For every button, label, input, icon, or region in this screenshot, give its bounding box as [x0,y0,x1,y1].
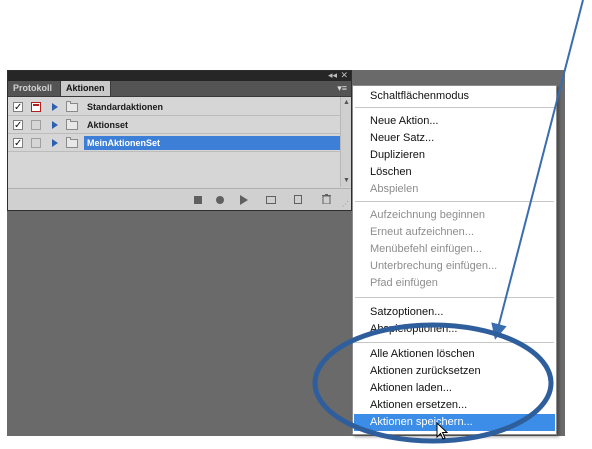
expand-triangle-icon[interactable] [52,139,58,147]
mouse-pointer-icon [436,422,449,440]
menu-item-aktionen-ersetzen[interactable]: Aktionen ersetzen... [354,397,555,414]
menu-item-schaltflaechenmodus[interactable]: Schaltflächenmodus [354,88,555,105]
menu-item-aktionen-speichern[interactable]: Aktionen speichern... [354,414,555,431]
expand-triangle-icon[interactable] [52,121,58,129]
folder-icon [66,101,78,112]
tab-protokoll[interactable]: Protokoll [8,81,58,96]
menu-item-unterbrechung-einfuegen: Unterbrechung einfügen... [370,260,498,272]
collapse-icon[interactable]: ◂◂ [328,69,337,81]
toggle-checkbox[interactable]: ✓ [13,102,23,113]
action-set-name: Standardaktionen [87,102,164,112]
menu-item-aktionen-zuruecksetzen[interactable]: Aktionen zurücksetzen [354,363,555,380]
toggle-checkbox[interactable]: ✓ [13,120,23,131]
menu-separator [355,342,554,343]
panel-menu-icon[interactable]: ▾≡ [337,82,347,94]
dialog-toggle-icon[interactable] [31,138,41,148]
list-item-selected[interactable]: ✓ MeinAktionenSet [8,135,340,152]
action-set-name: MeinAktionenSet [84,136,340,150]
menu-separator [355,297,554,298]
list-item[interactable]: ✓ Aktionset [8,117,340,134]
panel-titlebar: ◂◂ ✕ [8,69,351,81]
menu-item-alle-aktionen-loeschen[interactable]: Alle Aktionen löschen [354,346,555,363]
new-action-icon[interactable] [294,195,302,204]
menu-item-menuebefehl-einfuegen: Menübefehl einfügen... [370,243,482,255]
action-set-name: Aktionset [87,120,129,130]
new-set-icon[interactable] [266,196,276,204]
tab-aktionen[interactable]: Aktionen [60,81,111,96]
stop-icon[interactable] [194,196,202,204]
menu-separator [355,201,554,202]
menu-item-loeschen[interactable]: Löschen [354,164,555,181]
expand-triangle-icon[interactable] [52,103,58,111]
close-icon[interactable]: ✕ [340,69,348,81]
menu-item-satzoptionen[interactable]: Satzoptionen... [354,304,555,321]
menu-item-aufzeichnung-beginnen: Aufzeichnung beginnen [370,209,485,221]
menu-item-abspielen: Abspielen [370,183,419,195]
folder-icon [66,119,78,130]
record-icon[interactable] [216,196,224,204]
menu-separator [355,107,554,108]
trash-icon[interactable] [322,194,331,207]
menu-item-aktionen-laden[interactable]: Aktionen laden... [354,380,555,397]
play-icon[interactable] [240,195,248,205]
resize-grip-icon[interactable]: ⋰ [342,201,349,208]
menu-item-neuer-satz[interactable]: Neuer Satz... [354,130,555,147]
menu-item-duplizieren[interactable]: Duplizieren [354,147,555,164]
folder-icon [66,137,78,148]
menu-item-neue-aktion[interactable]: Neue Aktion... [354,113,555,130]
scroll-up-icon[interactable]: ▲ [343,99,350,107]
panel-flyout-menu: Schaltflächenmodus Neue Aktion... Neuer … [352,85,557,435]
menu-item-erneut-aufzeichnen: Erneut aufzeichnen... [370,226,474,238]
menu-item-pfad-einfuegen: Pfad einfügen [370,277,438,289]
dialog-toggle-icon[interactable] [31,102,41,112]
actions-panel: ◂◂ ✕ Protokoll Aktionen ▾≡ ✓ Standardakt… [7,70,352,211]
panel-tabbar: Protokoll Aktionen ▾≡ [8,81,351,97]
list-item[interactable]: ✓ Standardaktionen [8,99,340,116]
scroll-down-icon[interactable]: ▼ [343,177,350,185]
menu-item-abspieloptionen[interactable]: Abspieloptionen... [354,321,555,338]
toggle-checkbox[interactable]: ✓ [13,138,23,149]
scrollbar[interactable]: ▲ ▼ [340,97,351,187]
dialog-toggle-icon[interactable] [31,120,41,130]
panel-footer: ⋰ [8,188,351,210]
action-list: ✓ Standardaktionen ✓ Aktionset ✓ MeinAkt… [8,97,340,187]
